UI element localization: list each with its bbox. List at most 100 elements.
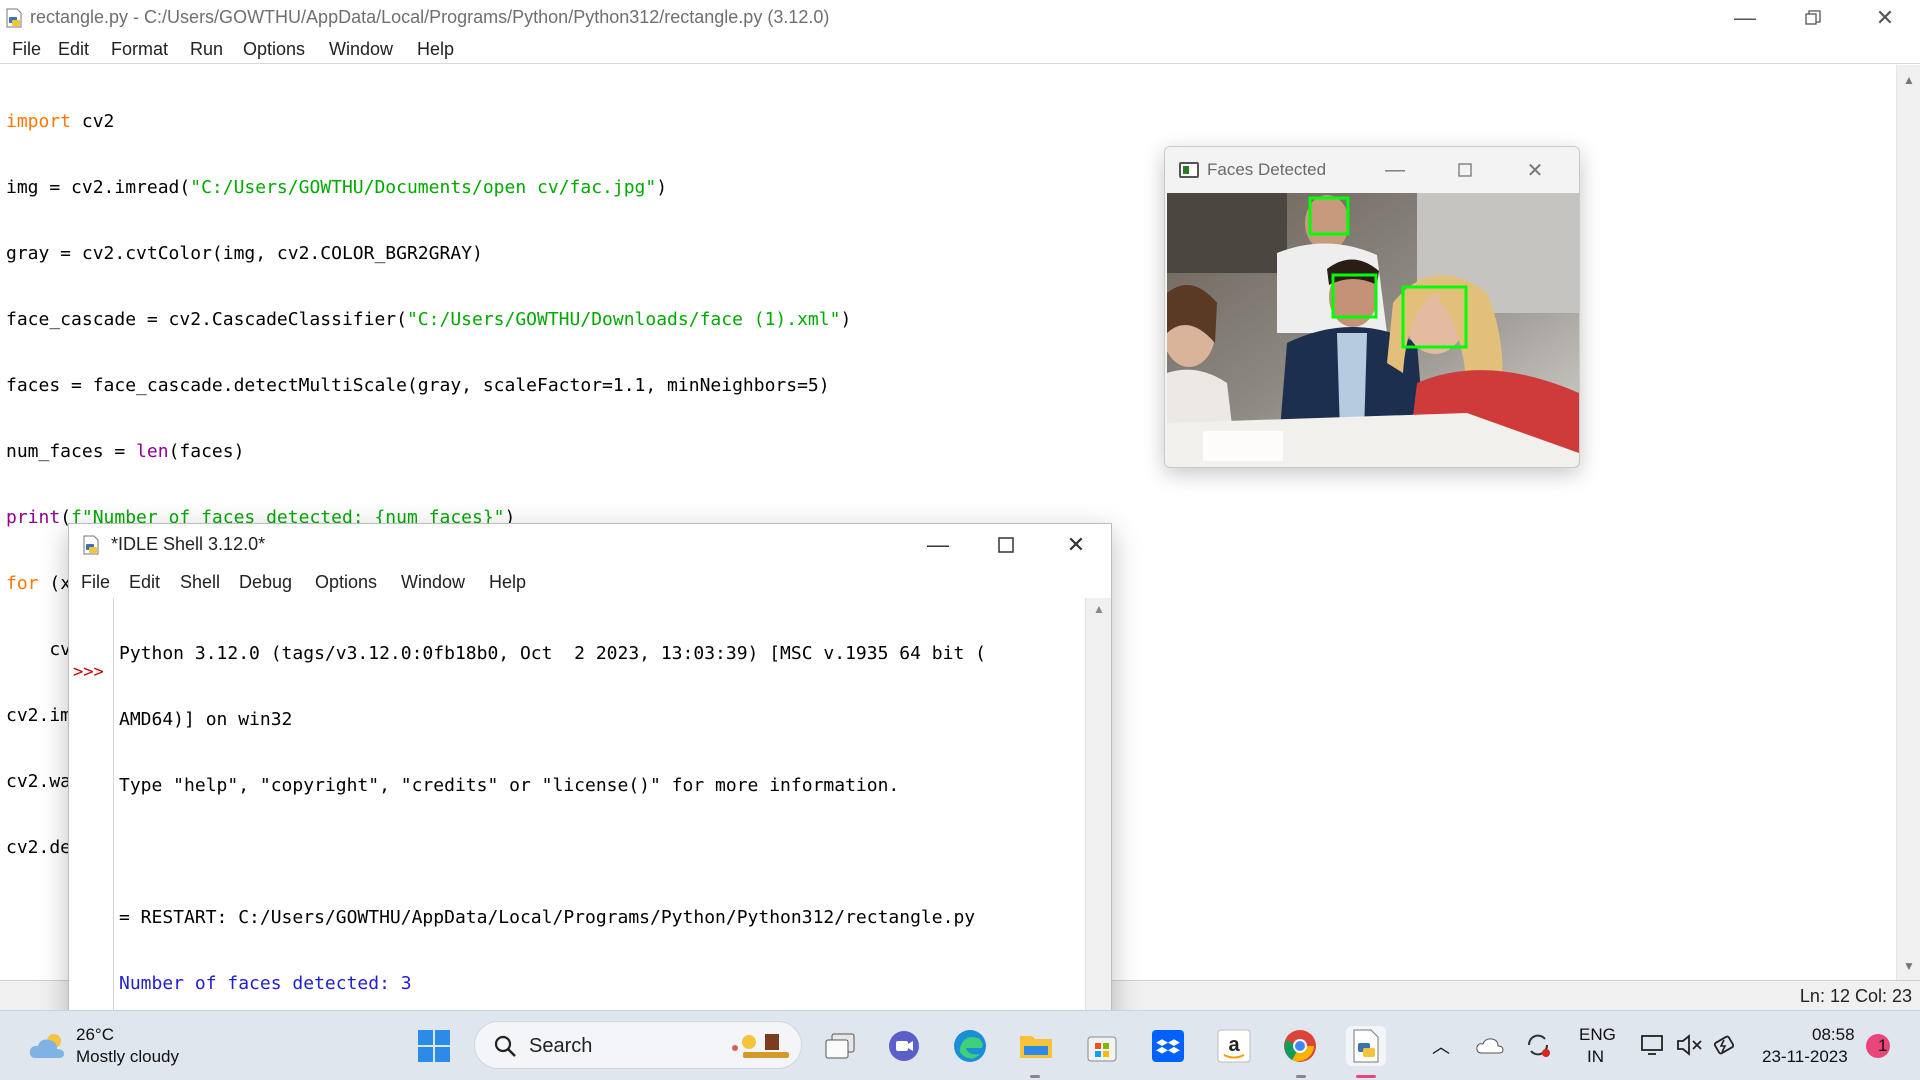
idle-taskbar-button[interactable] — [1346, 1026, 1386, 1066]
minimize-icon: — — [927, 532, 949, 557]
weather-condition: Mostly cloudy — [76, 1047, 179, 1066]
shell-menu-window[interactable]: Window — [401, 572, 465, 593]
faces-detected-window[interactable]: Faces Detected — ✕ — [1164, 146, 1580, 468]
show-hidden-icons-icon[interactable]: ︿ — [1432, 1033, 1450, 1059]
shell-menu-debug[interactable]: Debug — [239, 572, 292, 593]
menu-window[interactable]: Window — [329, 39, 393, 60]
idle-shell-window[interactable]: *IDLE Shell 3.12.0* — ✕ File Edit Shell … — [68, 523, 1112, 1080]
code-line: face_cascade = cv2.CascadeClassifier("C:… — [6, 309, 852, 330]
menu-help[interactable]: Help — [417, 39, 454, 60]
scroll-up-icon[interactable]: ▲ — [1897, 69, 1920, 91]
language-indicator[interactable]: ENG — [1579, 1025, 1616, 1045]
file-explorer-button[interactable] — [1016, 1026, 1056, 1066]
store-icon — [1087, 1036, 1117, 1062]
image-window-icon — [1179, 162, 1199, 178]
minimize-button[interactable]: — — [1710, 0, 1780, 36]
shell-menu-help[interactable]: Help — [489, 572, 526, 593]
dropbox-button[interactable] — [1148, 1026, 1188, 1066]
menu-edit[interactable]: Edit — [58, 39, 89, 60]
menu-file[interactable]: File — [12, 39, 41, 60]
editor-menubar: File Edit Format Run Options Window Help — [0, 36, 1920, 64]
shell-menu-options[interactable]: Options — [315, 572, 377, 593]
restore-button[interactable] — [1778, 0, 1848, 36]
editor-title: rectangle.py - C:/Users/GOWTHU/AppData/L… — [30, 7, 830, 27]
dropbox-icon — [1152, 1030, 1184, 1062]
scroll-down-icon[interactable]: ▼ — [1897, 955, 1920, 977]
shell-output-area[interactable]: Python 3.12.0 (tags/v3.12.0:0fb18b0, Oct… — [119, 599, 1085, 1080]
shell-menubar: File Edit Shell Debug Options Window Hel… — [69, 566, 1111, 598]
chrome-button[interactable] — [1280, 1026, 1320, 1066]
cloud-icon — [29, 1034, 64, 1058]
cursor-position: Ln: 12 Col: 23 — [1799, 986, 1912, 1006]
edge-browser-button[interactable] — [950, 1026, 990, 1066]
notification-count: 1 — [1878, 1036, 1888, 1055]
shell-menu-shell[interactable]: Shell — [180, 572, 220, 593]
network-icon[interactable] — [1640, 1033, 1666, 1057]
shell-close-button[interactable]: ✕ — [1041, 528, 1111, 562]
notification-badge[interactable]: 1 — [1866, 1034, 1890, 1058]
sync-icon[interactable] — [1524, 1031, 1552, 1059]
office-people-photo — [1167, 193, 1579, 467]
onedrive-icon[interactable] — [1476, 1035, 1504, 1055]
faces-window-titlebar: Faces Detected — ✕ — [1165, 147, 1579, 193]
shell-prompt: >>> — [73, 662, 104, 682]
windows-logo-icon — [418, 1030, 450, 1062]
faces-maximize-button[interactable] — [1439, 156, 1491, 184]
restore-icon — [1805, 10, 1821, 25]
taskbar: 26°C Mostly cloudy Search a ︿ ENG IN 08:… — [0, 1010, 1920, 1080]
amazon-icon: a — [1217, 1029, 1251, 1063]
teams-chat-button[interactable] — [884, 1026, 924, 1066]
close-button[interactable]: ✕ — [1850, 0, 1920, 36]
code-line: num_faces = len(faces) — [6, 441, 245, 462]
svg-text:a: a — [1228, 1034, 1240, 1056]
clock-time[interactable]: 08:58 — [1812, 1025, 1855, 1045]
task-view-button[interactable] — [820, 1026, 860, 1066]
detected-faces-image — [1167, 193, 1579, 467]
weather-widget[interactable]: 26°C Mostly cloudy — [24, 1023, 204, 1071]
faces-minimize-button[interactable]: — — [1369, 156, 1421, 184]
faces-close-button[interactable]: ✕ — [1509, 156, 1561, 184]
close-icon: ✕ — [1066, 532, 1086, 557]
shell-line: = RESTART: C:/Users/GOWTHU/AppData/Local… — [119, 907, 976, 928]
volume-muted-icon[interactable] — [1676, 1033, 1704, 1057]
shell-title: *IDLE Shell 3.12.0* — [111, 534, 266, 554]
search-highlight-icon — [732, 1034, 789, 1058]
search-label: Search — [529, 1035, 593, 1057]
close-icon: ✕ — [1875, 5, 1895, 30]
minimize-icon: — — [1734, 5, 1756, 30]
shell-minimize-button[interactable]: — — [903, 528, 973, 562]
python-file-icon — [6, 8, 22, 28]
menu-format[interactable]: Format — [111, 39, 168, 60]
shell-line: Type "help", "copyright", "credits" or "… — [119, 775, 900, 796]
close-icon: ✕ — [1526, 159, 1544, 182]
start-button[interactable] — [414, 1026, 454, 1066]
shell-menu-edit[interactable]: Edit — [129, 572, 160, 593]
taskbar-search-box[interactable]: Search — [474, 1021, 802, 1069]
faces-window-title: Faces Detected — [1207, 160, 1327, 179]
task-view-icon — [825, 1033, 855, 1059]
microsoft-store-button[interactable] — [1082, 1026, 1122, 1066]
scroll-up-icon[interactable]: ▲ — [1086, 602, 1112, 616]
region-indicator[interactable]: IN — [1587, 1047, 1604, 1067]
battery-charging-icon[interactable] — [1712, 1031, 1740, 1059]
search-icon — [494, 1035, 516, 1057]
menu-options[interactable]: Options — [243, 39, 305, 60]
menu-run[interactable]: Run — [190, 39, 223, 60]
code-line: img = cv2.imread("C:/Users/GOWTHU/Docume… — [6, 177, 668, 198]
shell-prompt-gutter: >>> — [69, 598, 114, 1080]
folder-icon — [1020, 1036, 1052, 1058]
shell-menu-file[interactable]: File — [81, 572, 110, 593]
explorer-running-indicator — [1030, 1075, 1040, 1078]
amazon-button[interactable]: a — [1214, 1026, 1254, 1066]
shell-scrollbar[interactable]: ▲ — [1085, 598, 1111, 1080]
shell-maximize-button[interactable] — [971, 528, 1041, 562]
editor-scrollbar[interactable]: ▲ ▼ — [1896, 65, 1920, 980]
code-line: import cv2 — [6, 111, 115, 132]
clock-date[interactable]: 23-11-2023 — [1762, 1047, 1848, 1067]
chrome-icon — [1284, 1030, 1316, 1062]
code-line: faces = face_cascade.detectMultiScale(gr… — [6, 375, 830, 396]
shell-titlebar: *IDLE Shell 3.12.0* — ✕ — [69, 524, 1111, 566]
maximize-icon — [1458, 163, 1472, 177]
python-idle-icon — [1353, 1029, 1379, 1063]
